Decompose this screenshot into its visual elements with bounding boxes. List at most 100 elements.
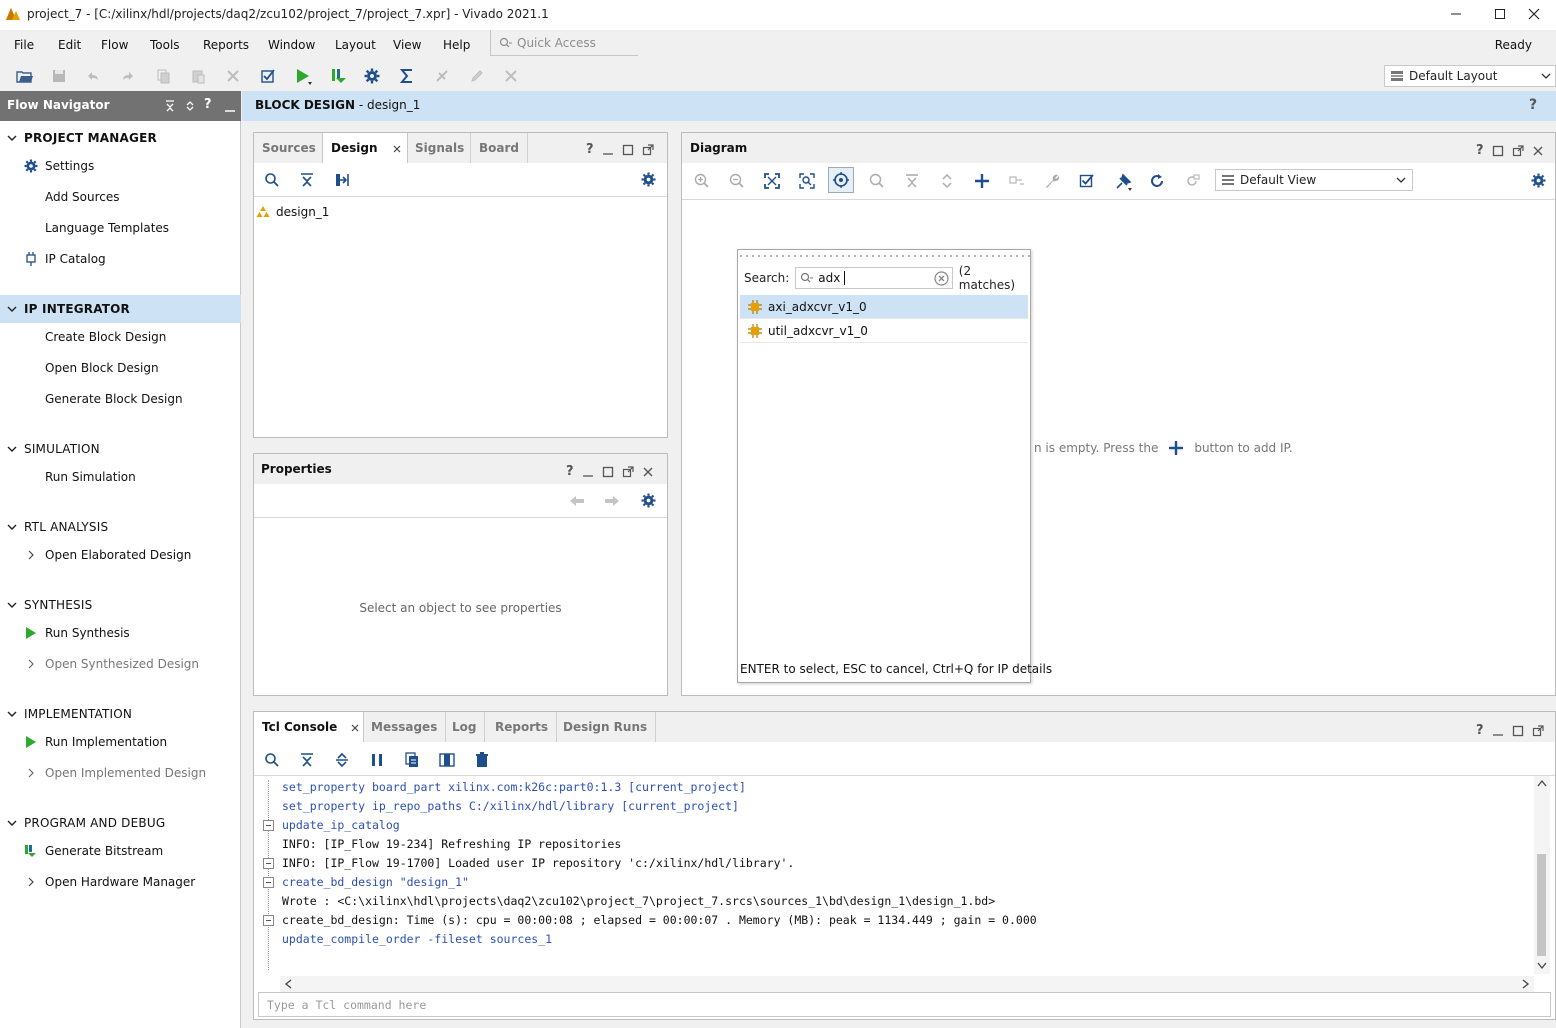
connect-icon[interactable] — [1009, 173, 1025, 189]
menu-view[interactable]: View — [393, 38, 421, 52]
minimize-icon[interactable] — [602, 144, 614, 156]
float-icon[interactable] — [1512, 144, 1524, 157]
section-rtl-analysis[interactable]: RTL ANALYSIS — [0, 513, 241, 541]
help-icon[interactable]: ? — [1476, 723, 1484, 738]
undo-icon[interactable] — [82, 65, 104, 87]
nav-item-settings[interactable]: Settings — [0, 154, 241, 178]
view-select[interactable]: Default View — [1215, 169, 1413, 191]
close-icon[interactable] — [1532, 145, 1544, 157]
save-icon[interactable] — [48, 65, 70, 87]
redo-icon[interactable] — [117, 65, 139, 87]
minimize-panel-icon[interactable] — [224, 100, 236, 112]
close-icon[interactable] — [393, 145, 401, 153]
scroll-down-icon[interactable] — [1537, 962, 1547, 970]
search-icon[interactable] — [869, 173, 885, 189]
pin-icon[interactable] — [1114, 173, 1132, 191]
fold-toggle-icon[interactable] — [263, 915, 274, 926]
wrench-icon[interactable] — [1044, 173, 1060, 189]
scrollbar-thumb[interactable] — [1537, 854, 1546, 956]
debug-icon[interactable] — [431, 65, 453, 87]
maximize-icon[interactable] — [1492, 145, 1504, 157]
quick-access-input[interactable]: Quick Access — [490, 30, 638, 56]
nav-item-run-implementation[interactable]: Run Implementation — [0, 730, 241, 754]
menu-tools[interactable]: Tools — [150, 38, 180, 52]
delete-icon[interactable] — [222, 65, 244, 87]
nav-item-run-simulation[interactable]: Run Simulation — [0, 465, 241, 489]
ip-result-item[interactable]: util_adxcvr_v1_0 — [740, 319, 1028, 343]
horizontal-scrollbar[interactable] — [280, 976, 1534, 992]
clear-search-icon[interactable] — [934, 271, 949, 286]
search-icon[interactable] — [264, 752, 280, 768]
tcl-command-input[interactable]: Type a Tcl command here — [258, 992, 1551, 1017]
zoom-in-icon[interactable] — [694, 173, 710, 189]
help-icon[interactable]: ? — [586, 142, 594, 157]
zoom-area-icon[interactable] — [799, 173, 815, 189]
minimize-icon[interactable] — [1492, 725, 1504, 737]
float-icon[interactable] — [1532, 724, 1544, 737]
zoom-fit-icon[interactable] — [764, 173, 780, 189]
gear-icon[interactable] — [641, 493, 656, 508]
collapse-all-icon[interactable] — [904, 173, 920, 189]
fold-toggle-icon[interactable] — [263, 820, 274, 831]
nav-item-open-hardware-manager[interactable]: Open Hardware Manager — [0, 870, 241, 894]
expand-all-icon[interactable] — [939, 173, 955, 189]
refresh-icon[interactable] — [1149, 173, 1165, 189]
minimize-icon[interactable] — [582, 466, 594, 478]
tab-design[interactable]: Design — [322, 133, 408, 163]
gear-icon[interactable] — [1531, 173, 1546, 188]
report-sigma-icon[interactable] — [396, 65, 418, 87]
section-program-and-debug[interactable]: PROGRAM AND DEBUG — [0, 809, 241, 837]
vertical-scrollbar[interactable] — [1534, 776, 1550, 974]
section-project-manager[interactable]: PROJECT MANAGER — [0, 124, 241, 152]
drag-handle[interactable] — [738, 253, 1030, 259]
tab-tcl-console[interactable]: Tcl Console — [254, 712, 364, 742]
close-icon[interactable] — [351, 724, 359, 732]
menu-reports[interactable]: Reports — [203, 38, 249, 52]
open-project-icon[interactable] — [14, 65, 36, 87]
help-icon[interactable]: ? — [204, 97, 212, 112]
nav-item-add-sources[interactable]: Add Sources — [0, 185, 241, 209]
section-ip-integrator[interactable]: IP INTEGRATOR — [0, 295, 241, 323]
program-device-icon[interactable] — [327, 65, 349, 87]
help-icon[interactable]: ? — [1529, 97, 1537, 113]
add-ip-icon[interactable] — [974, 173, 990, 189]
menu-edit[interactable]: Edit — [58, 38, 81, 52]
tab-sources[interactable]: Sources — [254, 133, 324, 163]
nav-item-open-block-design[interactable]: Open Block Design — [0, 356, 241, 380]
expand-all-icon[interactable] — [334, 752, 350, 768]
help-icon[interactable]: ? — [1476, 143, 1484, 158]
validate-icon[interactable] — [257, 65, 279, 87]
tab-messages[interactable]: Messages — [363, 712, 447, 742]
edit-pencil-icon[interactable] — [466, 65, 488, 87]
nav-item-run-synthesis[interactable]: Run Synthesis — [0, 621, 241, 645]
add-ip-icon[interactable] — [1168, 440, 1184, 456]
cancel-run-icon[interactable] — [500, 65, 522, 87]
layout-select[interactable]: Default Layout — [1384, 65, 1556, 87]
table-icon[interactable] — [439, 752, 455, 768]
hierarchy-icon[interactable] — [334, 172, 350, 188]
menu-layout[interactable]: Layout — [335, 38, 376, 52]
regenerate-layout-icon[interactable] — [1184, 173, 1200, 189]
select-mode-button[interactable] — [828, 167, 854, 193]
section-implementation[interactable]: IMPLEMENTATION — [0, 700, 241, 728]
help-icon[interactable]: ? — [566, 464, 574, 479]
back-arrow-icon[interactable] — [569, 494, 585, 508]
collapse-all-icon[interactable] — [164, 100, 176, 112]
menu-help[interactable]: Help — [443, 38, 470, 52]
float-icon[interactable] — [622, 465, 634, 478]
copy-icon[interactable] — [152, 65, 174, 87]
nav-item-generate-block-design[interactable]: Generate Block Design — [0, 387, 241, 411]
tab-design-runs[interactable]: Design Runs — [555, 712, 657, 742]
maximize-icon[interactable] — [602, 466, 614, 478]
nav-item-open-implemented-design[interactable]: Open Implemented Design — [0, 761, 241, 785]
paste-icon[interactable] — [187, 65, 209, 87]
scroll-right-icon[interactable] — [1522, 979, 1530, 989]
fold-toggle-icon[interactable] — [263, 877, 274, 888]
tab-reports[interactable]: Reports — [487, 712, 558, 742]
float-icon[interactable] — [642, 143, 654, 156]
nav-item-ip-catalog[interactable]: IP Catalog — [0, 247, 241, 271]
ip-search-input[interactable]: adx — [795, 267, 953, 289]
tab-signals[interactable]: Signals — [407, 133, 472, 163]
nav-item-language-templates[interactable]: Language Templates — [0, 216, 241, 240]
tab-log[interactable]: Log — [444, 712, 486, 742]
